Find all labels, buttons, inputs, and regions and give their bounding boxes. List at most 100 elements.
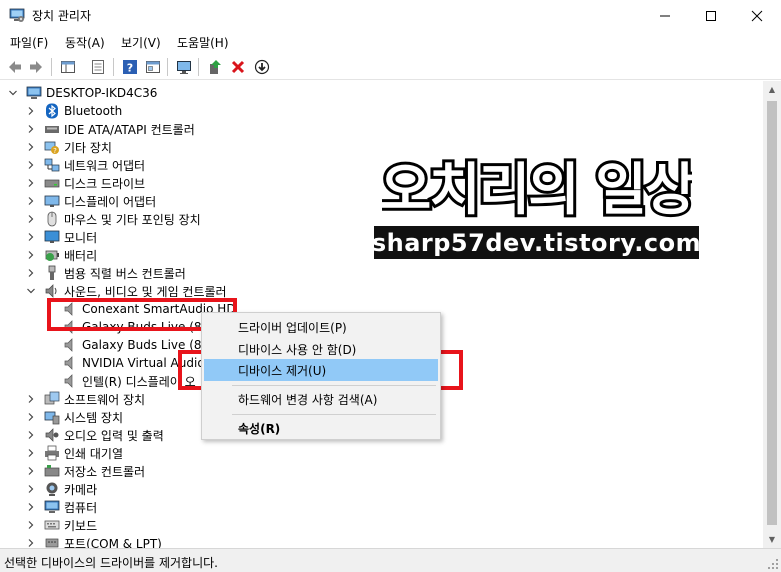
menu-file[interactable]: 파일(F): [10, 34, 48, 51]
chevron-right-icon[interactable]: [26, 480, 36, 498]
menu-view[interactable]: 보기(V): [121, 34, 161, 51]
tree-category-monitor[interactable]: 모니터: [26, 228, 97, 246]
show-hide-console-button[interactable]: [58, 57, 78, 77]
window-title: 장치 관리자: [32, 9, 92, 23]
tree-category-computer[interactable]: 컴퓨터: [26, 498, 97, 516]
chevron-right-icon[interactable]: [26, 462, 36, 480]
tree-category-network-adapter[interactable]: 네트워크 어댑터: [26, 156, 145, 174]
tree-category-bluetooth[interactable]: Bluetooth: [26, 102, 122, 120]
chevron-right-icon[interactable]: [26, 426, 36, 444]
view-list-icon: [146, 61, 160, 73]
close-button[interactable]: [734, 0, 780, 31]
monitor-icon: [44, 229, 60, 245]
menu-action[interactable]: 동작(A): [65, 34, 105, 51]
keyboard-icon: [44, 517, 60, 533]
chevron-right-icon[interactable]: [26, 174, 36, 192]
chevron-right-icon[interactable]: [26, 498, 36, 516]
close-icon: [751, 10, 763, 21]
menu-uninstall-device[interactable]: 디바이스 제거(U): [204, 359, 438, 381]
tree-category-label: 소프트웨어 장치: [64, 392, 146, 407]
system-device-icon: [44, 409, 60, 425]
menu-scan-hardware[interactable]: 하드웨어 변경 사항 검색(A): [204, 388, 438, 410]
battery-icon: [44, 247, 60, 263]
menu-disable-device[interactable]: 디바이스 사용 안 함(D): [204, 338, 438, 360]
chevron-right-icon[interactable]: [26, 138, 36, 156]
scroll-down-icon[interactable]: ▼: [763, 531, 781, 548]
audio-io-icon: [44, 427, 60, 443]
update-driver-icon: [210, 60, 221, 74]
view-button[interactable]: [143, 57, 163, 77]
monitor-scan-icon: [177, 61, 191, 74]
uninstall-device-button[interactable]: [228, 57, 248, 77]
tree-category-display-adapter[interactable]: 디스플레이 어댑터: [26, 192, 156, 210]
chevron-right-icon[interactable]: [26, 156, 36, 174]
scroll-up-icon[interactable]: ▲: [763, 81, 781, 98]
chevron-right-icon[interactable]: [26, 246, 36, 264]
tree-category-label: 네트워크 어댑터: [64, 158, 146, 173]
help-button[interactable]: ?: [120, 57, 140, 77]
chevron-right-icon[interactable]: [26, 264, 36, 282]
minimize-icon: [660, 15, 670, 16]
computer-icon: [26, 85, 42, 101]
tree-category-printer[interactable]: 인쇄 대기열: [26, 444, 123, 462]
tree-category-label: 인쇄 대기열: [64, 446, 124, 461]
menu-properties[interactable]: 속성(R): [204, 417, 438, 439]
maximize-button[interactable]: [688, 0, 734, 31]
ide-controller-icon: [44, 121, 60, 137]
chevron-down-icon[interactable]: [8, 84, 18, 102]
chevron-right-icon[interactable]: [26, 228, 36, 246]
tree-category-other-device[interactable]: ? 기타 장치: [26, 138, 112, 156]
forward-button[interactable]: [26, 57, 46, 77]
menu-update-driver[interactable]: 드라이버 업데이트(P): [204, 316, 438, 338]
uninstall-x-icon: [231, 60, 245, 74]
menu-help[interactable]: 도움말(H): [177, 34, 229, 51]
tree-category-label: 마우스 및 기타 포인팅 장치: [64, 212, 201, 227]
tree-category-keyboard[interactable]: 키보드: [26, 516, 97, 534]
chevron-right-icon[interactable]: [26, 210, 36, 228]
tree-category-label: 디스크 드라이브: [64, 176, 146, 191]
minimize-button[interactable]: [642, 0, 688, 31]
chevron-right-icon[interactable]: [26, 102, 36, 120]
resize-grip-icon[interactable]: [767, 558, 779, 570]
tree-category-label: 오디오 입력 및 출력: [64, 428, 164, 443]
tree-device-item[interactable]: 인텔(R) 디스플레이 오: [62, 372, 196, 390]
scroll-thumb[interactable]: [767, 101, 777, 525]
chevron-down-icon[interactable]: [26, 282, 36, 300]
chevron-right-icon[interactable]: [26, 408, 36, 426]
tree-category-software-device[interactable]: 소프트웨어 장치: [26, 390, 145, 408]
chevron-right-icon[interactable]: [26, 444, 36, 462]
tree-root[interactable]: DESKTOP-IKD4C36: [8, 84, 157, 102]
tree-category-label: 사운드, 비디오 및 게임 컨트롤러: [64, 284, 227, 299]
tree-category-label: 배터리: [64, 248, 98, 263]
tree-category-disk-drive[interactable]: 디스크 드라이브: [26, 174, 145, 192]
chevron-right-icon[interactable]: [26, 192, 36, 210]
chevron-right-icon[interactable]: [26, 516, 36, 534]
properties-button[interactable]: [88, 57, 108, 77]
toolbar: ?: [0, 53, 781, 80]
watermark-title-text: 오치리의 일상: [382, 158, 692, 221]
tree-category-port[interactable]: 포트(COM & LPT): [26, 534, 162, 548]
svg-text:?: ?: [53, 147, 57, 155]
status-text: 선택한 디바이스의 드라이버를 제거합니다.: [4, 556, 218, 570]
printer-icon: [44, 445, 60, 461]
enable-device-button[interactable]: [252, 57, 272, 77]
device-manager-app-icon: [9, 7, 25, 23]
tree-category-label: 컴퓨터: [64, 500, 98, 515]
chevron-right-icon[interactable]: [26, 534, 36, 548]
tree-category-storage-controller[interactable]: 저장소 컨트롤러: [26, 462, 145, 480]
tree-category-ide-controller[interactable]: IDE ATA/ATAPI 컨트롤러: [26, 120, 195, 138]
chevron-right-icon[interactable]: [26, 120, 36, 138]
back-button[interactable]: [5, 57, 25, 77]
chevron-right-icon[interactable]: [26, 390, 36, 408]
vertical-scrollbar[interactable]: ▲ ▼: [763, 81, 781, 548]
tree-category-mouse[interactable]: 마우스 및 기타 포인팅 장치: [26, 210, 201, 228]
tree-category-system-device[interactable]: 시스템 장치: [26, 408, 123, 426]
scan-hardware-button[interactable]: [174, 57, 194, 77]
tree-category-camera[interactable]: 카메라: [26, 480, 97, 498]
tree-category-audio-io[interactable]: 오디오 입력 및 출력: [26, 426, 164, 444]
tree-category-battery[interactable]: 배터리: [26, 246, 97, 264]
tree-category-usb[interactable]: 범용 직렬 버스 컨트롤러: [26, 264, 186, 282]
watermark-title: 오치리의 일상: [377, 155, 701, 226]
update-driver-button[interactable]: [205, 57, 225, 77]
tree-category-label: 모니터: [64, 230, 98, 245]
